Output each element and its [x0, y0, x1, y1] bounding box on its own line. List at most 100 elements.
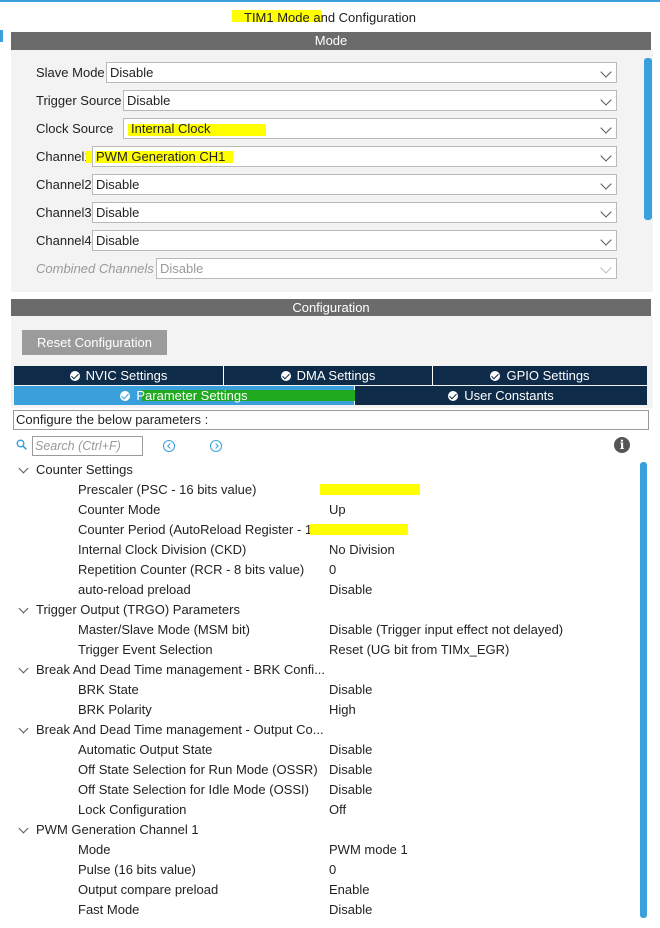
- parameter-value[interactable]: Disable: [329, 780, 372, 800]
- parameter-row[interactable]: Master/Slave Mode (MSM bit) Disable (Trig…: [0, 620, 640, 640]
- parameter-value[interactable]: Disable (Trigger input effect not delaye…: [329, 620, 563, 640]
- parameter-value[interactable]: Disable: [329, 900, 372, 920]
- parameter-name: Fast Mode: [78, 902, 140, 917]
- tab-user-constants[interactable]: User Constants: [355, 386, 647, 405]
- parameter-name: Off State Selection for Idle Mode (OSSI): [78, 782, 309, 797]
- parameters-scrollbar[interactable]: [640, 462, 647, 918]
- parameter-value[interactable]: Off: [329, 800, 346, 820]
- parameter-group[interactable]: Trigger Output (TRGO) Parameters: [0, 600, 640, 620]
- slave-mode-select[interactable]: Disable: [106, 62, 617, 83]
- parameter-value[interactable]: Disable: [329, 680, 372, 700]
- parameter-value[interactable]: High: [329, 700, 356, 720]
- expand-caret-icon[interactable]: [18, 463, 29, 474]
- combined-channels-select: Disable: [156, 258, 617, 279]
- parameter-group[interactable]: Counter Settings: [0, 460, 640, 480]
- check-circle-icon: [448, 391, 459, 401]
- parameter-row[interactable]: Off State Selection for Idle Mode (OSSI)…: [0, 780, 640, 800]
- channel2-select[interactable]: Disable: [92, 174, 617, 195]
- chevron-down-icon: [600, 94, 612, 106]
- window-title: TIM1 Mode and Configuration: [244, 10, 416, 25]
- parameter-name: Internal Clock Division (CKD): [78, 542, 247, 557]
- parameter-value[interactable]: Up: [329, 500, 346, 520]
- tab-dma-settings[interactable]: DMA Settings: [224, 366, 433, 385]
- group-label: PWM Generation Channel 1: [36, 822, 199, 837]
- parameter-row[interactable]: BRK Polarity High: [0, 700, 640, 720]
- parameter-row[interactable]: auto-reload preload Disable: [0, 580, 640, 600]
- tab-nvic-settings[interactable]: NVIC Settings: [14, 366, 224, 385]
- tab-gpio-settings[interactable]: GPIO Settings: [433, 366, 647, 385]
- check-circle-icon: [120, 391, 131, 401]
- parameter-row[interactable]: Lock Configuration Off: [0, 800, 640, 820]
- parameter-row[interactable]: Trigger Event Selection Reset (UG bit fro…: [0, 640, 640, 660]
- channel4-value: Disable: [96, 233, 140, 248]
- search-icon: [16, 439, 27, 450]
- parameter-row[interactable]: Counter Mode Up: [0, 500, 640, 520]
- parameter-row[interactable]: Off State Selection for Run Mode (OSSR) D…: [0, 760, 640, 780]
- parameter-name: BRK Polarity: [78, 702, 152, 717]
- trigger-source-select[interactable]: Disable: [123, 90, 617, 111]
- parameter-row[interactable]: Mode PWM mode 1: [0, 840, 640, 860]
- expand-caret-icon[interactable]: [18, 823, 29, 834]
- parameter-value[interactable]: Disable: [329, 760, 372, 780]
- expand-caret-icon[interactable]: [18, 663, 29, 674]
- parameter-row[interactable]: Fast Mode Disable: [0, 900, 640, 920]
- parameter-row[interactable]: Repetition Counter (RCR - 8 bits value) 0: [0, 560, 640, 580]
- next-result-icon[interactable]: [210, 440, 222, 452]
- mode-panel: [11, 50, 653, 292]
- combined-channels-label: Combined Channels: [36, 261, 154, 276]
- trigger-source-value: Disable: [127, 93, 171, 108]
- chevron-down-icon: [600, 178, 612, 190]
- clock-source-select[interactable]: Internal Clock: [123, 118, 617, 139]
- tab-label: DMA Settings: [296, 368, 376, 383]
- parameter-value[interactable]: No Division: [329, 540, 395, 560]
- parameter-value[interactable]: PWM mode 1: [329, 840, 408, 860]
- parameter-group[interactable]: Break And Dead Time management - Output …: [0, 720, 640, 740]
- parameter-value[interactable]: Disable: [329, 580, 372, 600]
- previous-result-icon[interactable]: [163, 440, 175, 452]
- prescaler-value-highlight: [320, 484, 420, 495]
- group-label: Break And Dead Time management - Output …: [36, 722, 324, 737]
- reset-configuration-button[interactable]: Reset Configuration: [22, 330, 167, 355]
- slave-mode-label: Slave Mode: [36, 65, 105, 80]
- expand-caret-icon[interactable]: [18, 723, 29, 734]
- parameter-value[interactable]: 0: [329, 860, 336, 880]
- parameter-row[interactable]: Pulse (16 bits value) 0: [0, 860, 640, 880]
- parameter-value[interactable]: 0: [329, 560, 336, 580]
- trigger-source-label: Trigger Source: [36, 93, 122, 108]
- channel2-value: Disable: [96, 177, 140, 192]
- channel3-select[interactable]: Disable: [92, 202, 617, 223]
- chevron-down-icon: [600, 234, 612, 246]
- search-input[interactable]: Search (Ctrl+F): [32, 436, 143, 456]
- parameter-row[interactable]: Internal Clock Division (CKD) No Division: [0, 540, 640, 560]
- channel4-select[interactable]: Disable: [92, 230, 617, 251]
- parameter-name: Trigger Event Selection: [78, 642, 213, 657]
- parameter-value[interactable]: Disable: [329, 740, 372, 760]
- tab-parameter-settings[interactable]: Parameter Settings: [14, 386, 358, 405]
- channel1-label: Channel1: [36, 149, 92, 164]
- parameter-row[interactable]: Output compare preload Enable: [0, 880, 640, 900]
- parameter-group[interactable]: PWM Generation Channel 1: [0, 820, 640, 840]
- parameter-row[interactable]: BRK State Disable: [0, 680, 640, 700]
- channel3-value: Disable: [96, 205, 140, 220]
- parameter-name: Counter Mode: [78, 502, 161, 517]
- parameter-value[interactable]: Reset (UG bit from TIMx_EGR): [329, 640, 509, 660]
- expand-caret-icon[interactable]: [18, 603, 29, 614]
- channel1-select[interactable]: PWM Generation CH1: [92, 146, 617, 167]
- chevron-down-icon: [600, 262, 612, 274]
- check-circle-icon: [280, 371, 291, 381]
- parameter-name: Mode: [78, 842, 111, 857]
- tab-label: GPIO Settings: [506, 368, 590, 383]
- slave-mode-value: Disable: [110, 65, 154, 80]
- tab-label: Parameter Settings: [136, 388, 248, 403]
- channel1-value: PWM Generation CH1: [96, 149, 226, 164]
- group-label: Trigger Output (TRGO) Parameters: [36, 602, 240, 617]
- parameter-group[interactable]: Break And Dead Time management - BRK Con…: [0, 660, 640, 680]
- parameter-name: Output compare preload: [78, 882, 219, 897]
- info-icon[interactable]: i: [614, 437, 630, 453]
- chevron-down-icon: [600, 206, 612, 218]
- parameter-row[interactable]: Automatic Output State Disable: [0, 740, 640, 760]
- left-edge-marker: [0, 30, 3, 42]
- tab-label: NVIC Settings: [85, 368, 168, 383]
- parameter-value[interactable]: Enable: [329, 880, 369, 900]
- mode-scrollbar[interactable]: [644, 58, 652, 220]
